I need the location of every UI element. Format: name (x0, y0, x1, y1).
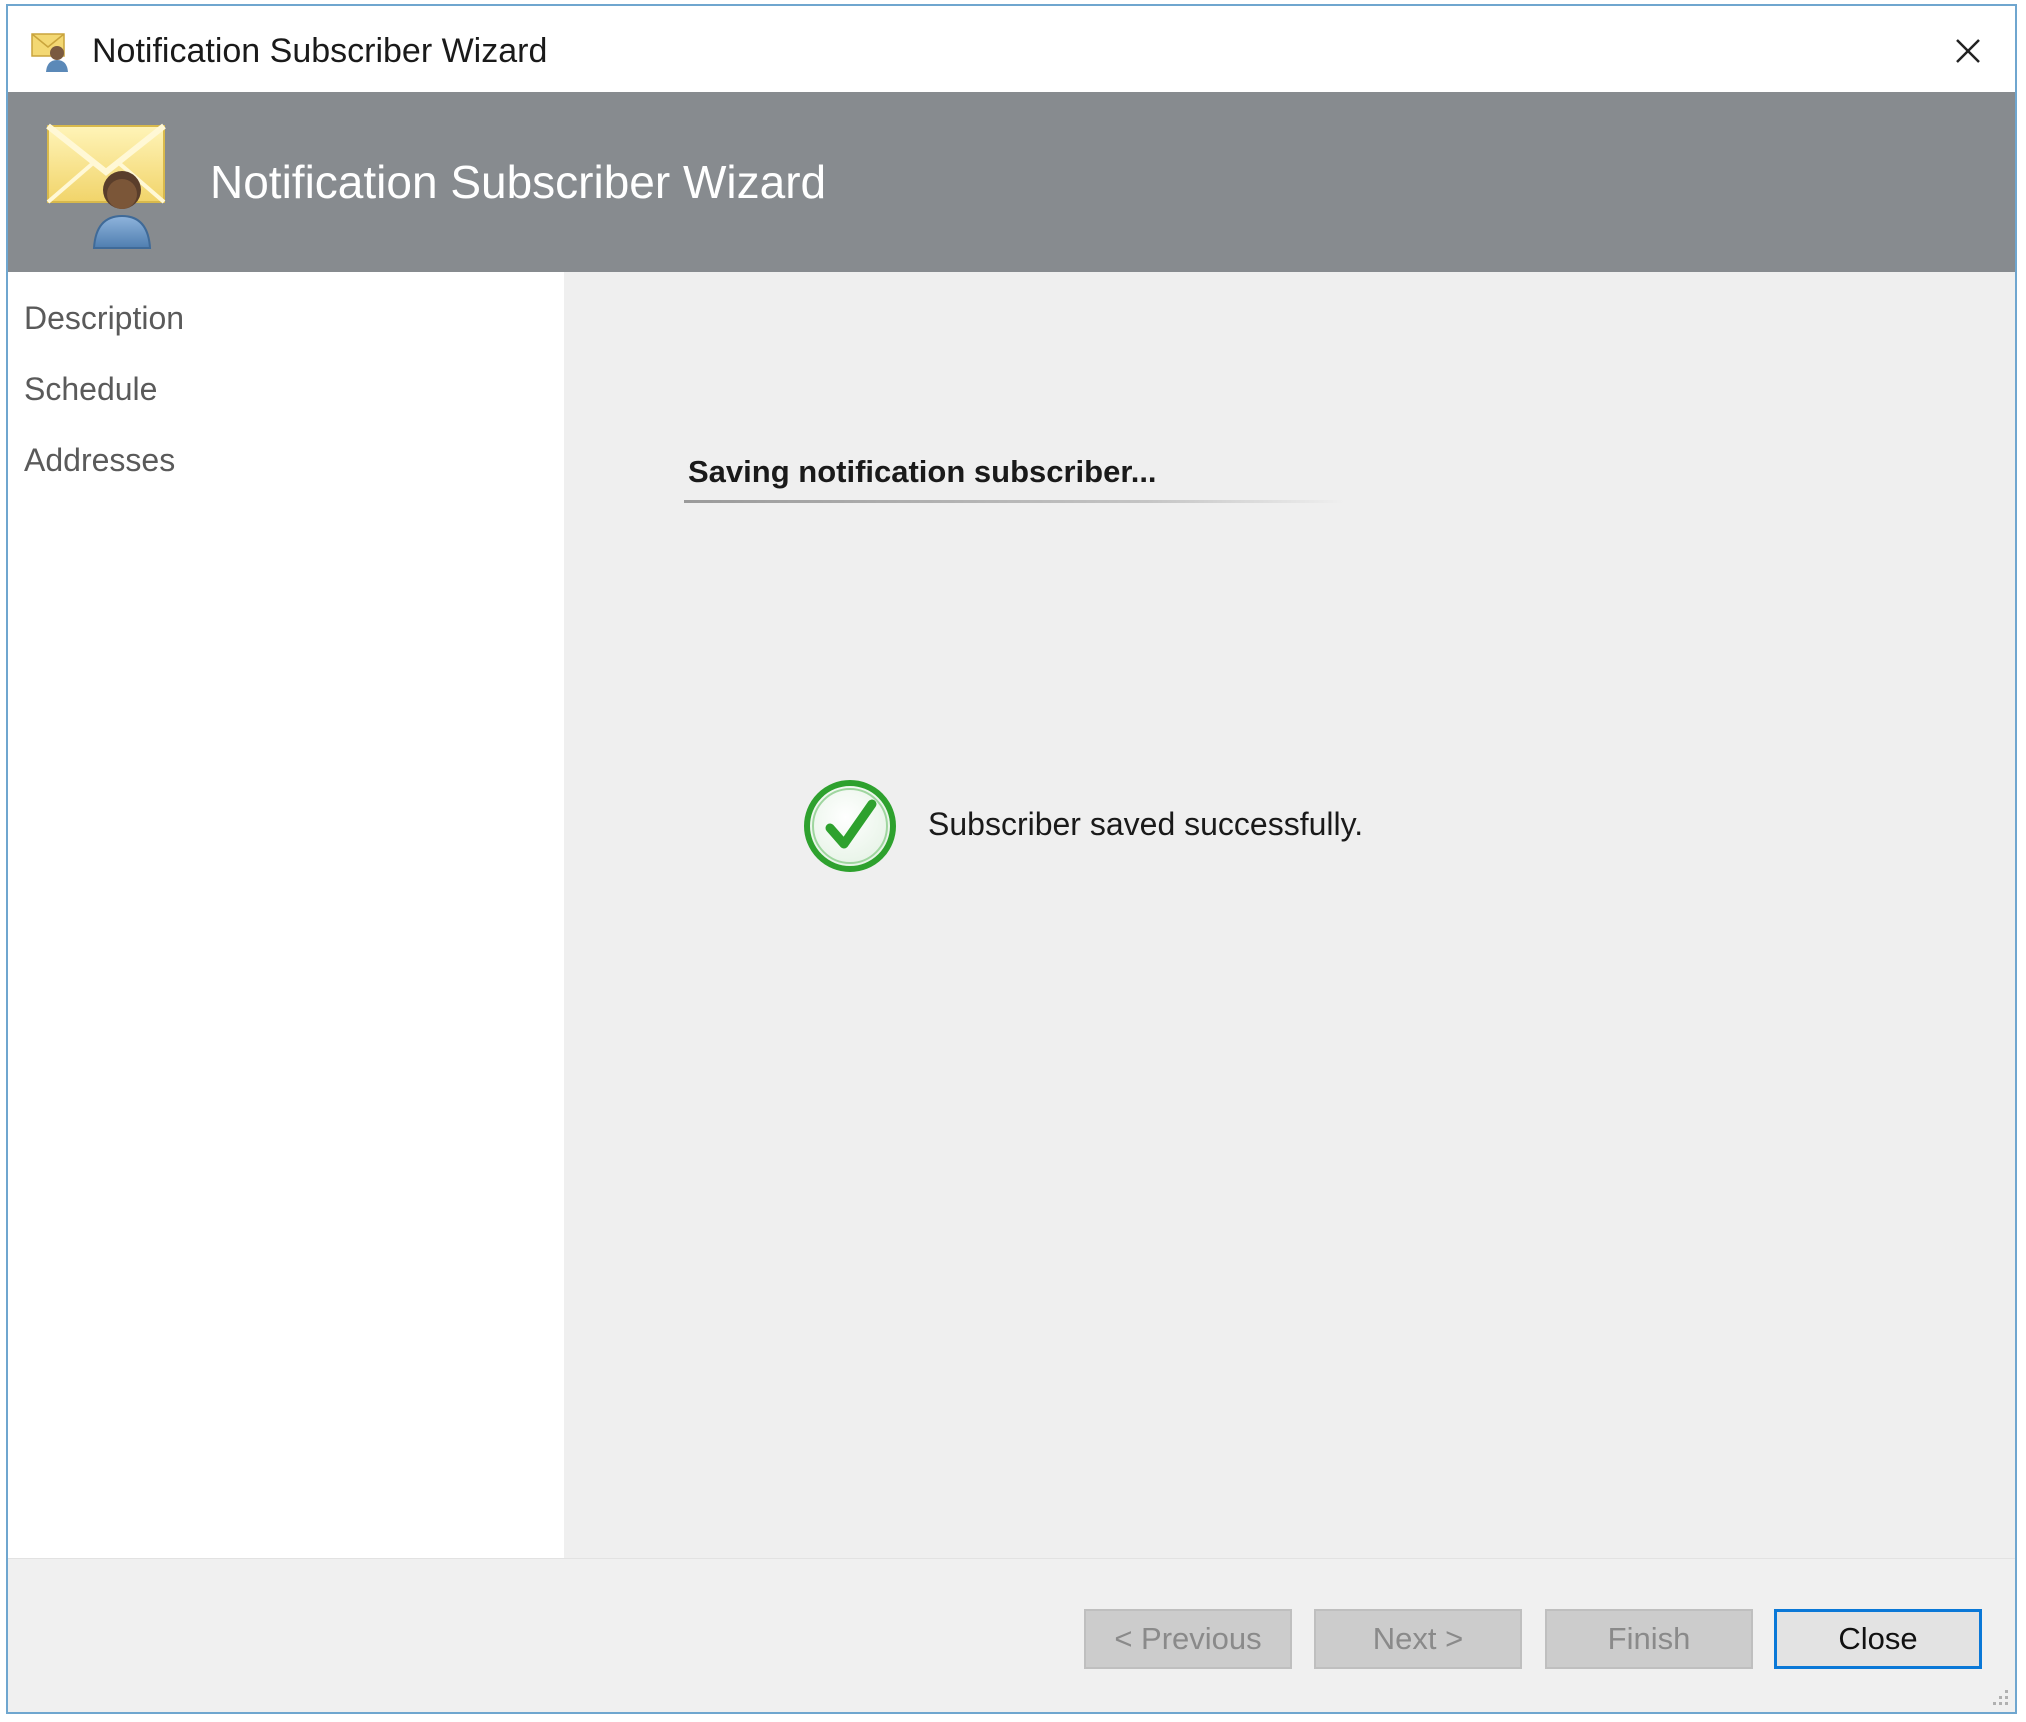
heading-divider (684, 500, 1344, 503)
header-title: Notification Subscriber Wizard (210, 156, 827, 208)
close-button[interactable]: Close (1774, 1609, 1982, 1669)
wizard-steps-nav: Description Schedule Addresses (8, 272, 564, 1558)
window-title: Notification Subscriber Wizard (92, 32, 548, 70)
progress-heading: Saving notification subscriber... (688, 454, 1157, 489)
title-bar: Notification Subscriber Wizard (8, 6, 2015, 92)
finish-button[interactable]: Finish (1545, 1609, 1753, 1669)
close-icon[interactable] (1939, 22, 1997, 80)
check-circle-icon (804, 780, 896, 872)
wizard-window: Notification Subscriber Wizard Notificat… (6, 4, 2017, 1714)
envelope-user-icon (46, 123, 166, 249)
app-icon (31, 33, 68, 72)
nav-item-schedule[interactable]: Schedule (24, 369, 157, 409)
status-message: Subscriber saved successfully. (928, 806, 1364, 842)
next-button[interactable]: Next > (1314, 1609, 1522, 1669)
nav-item-addresses[interactable]: Addresses (24, 440, 175, 480)
previous-button[interactable]: < Previous (1084, 1609, 1292, 1669)
resize-grip-icon[interactable] (1985, 1682, 2011, 1708)
wizard-header: Notification Subscriber Wizard (8, 92, 2015, 272)
wizard-content: Saving notification subscriber... Subscr… (564, 272, 2015, 1558)
nav-item-description[interactable]: Description (24, 298, 184, 338)
wizard-footer: < Previous Next > Finish Close (8, 1558, 2015, 1712)
